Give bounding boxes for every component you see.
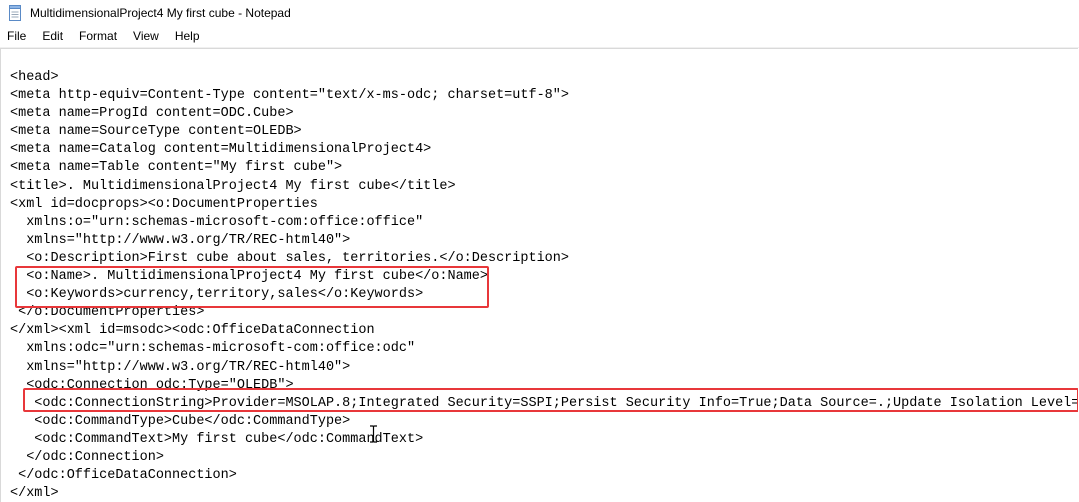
menu-edit[interactable]: Edit	[34, 26, 71, 47]
highlight-box-connection-string	[23, 388, 1078, 412]
notepad-icon	[8, 5, 22, 21]
code-line: <title>. MultidimensionalProject4 My fir…	[10, 178, 456, 194]
title-bar[interactable]: MultidimensionalProject4 My first cube -…	[0, 0, 1079, 26]
code-line: <xml id=docprops><o:DocumentProperties	[10, 196, 318, 212]
code-line: </odc:OfficeDataConnection>	[10, 468, 237, 484]
text-cursor-icon	[369, 425, 378, 448]
code-line: xmlns:odc="urn:schemas-microsoft-com:off…	[10, 341, 416, 357]
code-line: <head>	[10, 70, 59, 85]
menu-file[interactable]: File	[0, 26, 34, 47]
code-line: <meta name=ProgId content=ODC.Cube>	[10, 106, 294, 122]
code-line: xmlns="http://www.w3.org/TR/REC-html40">	[10, 359, 351, 375]
code-line: <meta name=SourceType content=OLEDB>	[10, 124, 302, 140]
code-line: </odc:Connection>	[10, 449, 164, 465]
code-line: <meta name=Catalog content=Multidimensio…	[10, 142, 432, 158]
code-line: <odc:CommandText>My first cube</odc:Comm…	[10, 431, 424, 447]
text-editor[interactable]: <head> <meta http-equiv=Content-Type cont…	[0, 48, 1078, 502]
code-line: <meta http-equiv=Content-Type content="t…	[10, 88, 569, 104]
highlight-box-name-keywords	[15, 266, 489, 308]
code-line: <meta name=Table content="My first cube"…	[10, 160, 343, 176]
code-line: xmlns="http://www.w3.org/TR/REC-html40">	[10, 232, 351, 248]
code-line: xmlns:o="urn:schemas-microsoft-com:offic…	[10, 214, 424, 230]
code-line: <odc:CommandType>Cube</odc:CommandType>	[10, 413, 351, 429]
code-line: </xml>	[10, 486, 59, 502]
code-line: </xml><xml id=msodc><odc:OfficeDataConne…	[10, 323, 375, 339]
window-title: MultidimensionalProject4 My first cube -…	[30, 6, 291, 20]
menu-format[interactable]: Format	[71, 26, 125, 47]
menu-help[interactable]: Help	[167, 26, 208, 47]
menu-bar: File Edit Format View Help	[0, 26, 1079, 47]
menu-view[interactable]: View	[125, 26, 167, 47]
